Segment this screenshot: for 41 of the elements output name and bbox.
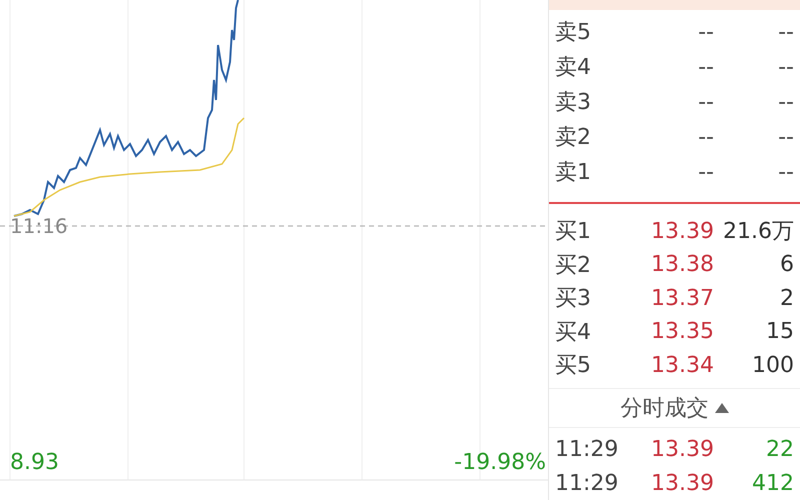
ask-label: 卖3 (555, 89, 592, 118)
ask-volume: -- (777, 124, 794, 150)
ask-volume: -- (777, 90, 794, 115)
bid-price: 13.35 (650, 319, 714, 344)
bid-price: 13.38 (650, 252, 714, 278)
trade-time: 11:29 (555, 470, 620, 496)
ask-price: -- (697, 20, 714, 45)
ask-label: 卖4 (555, 54, 592, 82)
ask-volume: -- (777, 54, 794, 80)
bid-volume: 100 (751, 352, 794, 378)
bid-label: 买5 (555, 352, 592, 380)
trades-title[interactable]: 分时成交 (620, 392, 708, 423)
low-change-label: -19.98% (454, 450, 546, 475)
bid-volume: 2 (779, 286, 794, 311)
trade-volume: 412 (751, 470, 794, 496)
ask-price: -- (697, 124, 714, 150)
ask-price: -- (697, 90, 714, 115)
ask-price: -- (697, 160, 714, 185)
bid-label: 买1 (555, 218, 592, 246)
time-label: 11:16 (10, 214, 68, 238)
bid-price: 13.34 (650, 352, 714, 378)
trade-price: 13.39 (650, 436, 714, 462)
ask-volume: -- (777, 160, 794, 185)
ask-label: 卖5 (555, 19, 592, 48)
ask-label: 卖1 (555, 159, 592, 188)
ask-label: 卖2 (555, 124, 592, 152)
bid-label: 买4 (555, 318, 592, 347)
ask-price: -- (697, 54, 714, 80)
bid-label: 买2 (555, 252, 592, 280)
triangle-up-icon[interactable] (714, 402, 728, 413)
trade-time: 11:29 (555, 436, 620, 462)
trade-volume: 22 (765, 436, 794, 462)
bid-volume: 21.6万 (722, 218, 794, 246)
bid-volume: 6 (779, 252, 794, 278)
trade-price: 13.39 (650, 470, 714, 496)
bid-label: 买3 (555, 285, 592, 314)
low-price-label: 8.93 (10, 450, 59, 475)
bid-volume: 15 (765, 319, 794, 344)
ask-volume: -- (777, 20, 794, 45)
bid-price: 13.37 (650, 286, 714, 311)
bid-price: 13.39 (650, 218, 714, 244)
